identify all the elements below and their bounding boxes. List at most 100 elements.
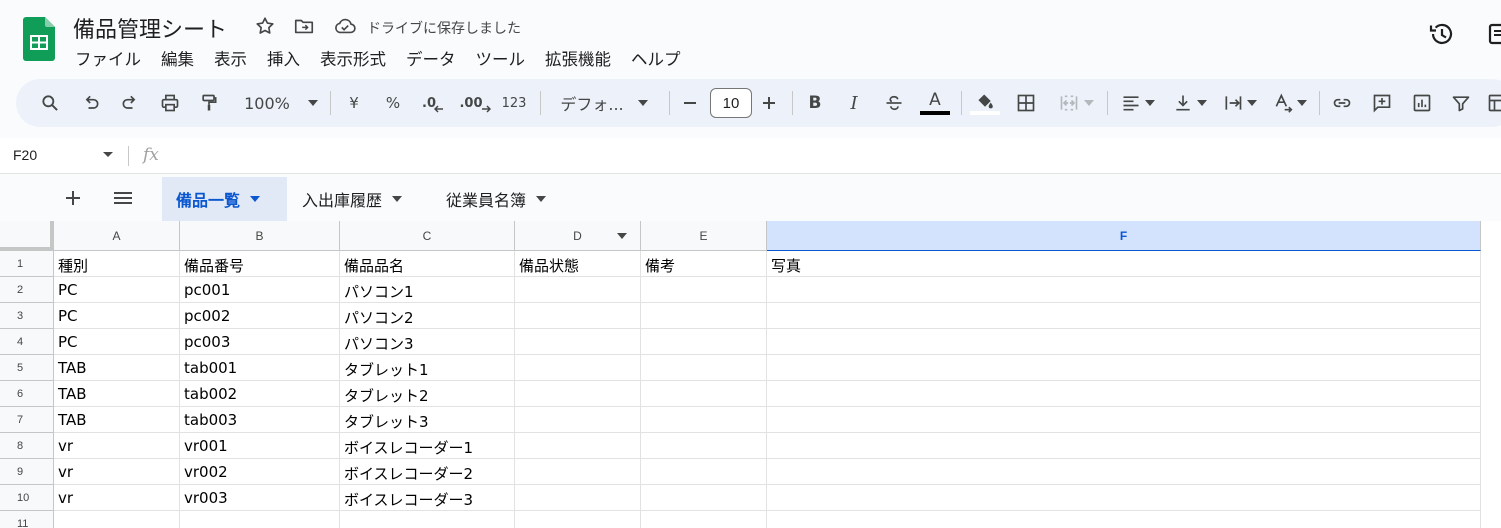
row-header[interactable]: 4 [0, 329, 54, 355]
cell-b3[interactable]: pc002 [180, 303, 340, 329]
number-format-button[interactable]: 123 [499, 79, 529, 127]
column-header-f[interactable]: F [767, 221, 1481, 251]
cell-d11[interactable] [515, 511, 641, 528]
move-folder-icon[interactable] [292, 14, 316, 38]
cell-d5[interactable] [515, 355, 641, 381]
undo-icon[interactable] [76, 79, 106, 127]
cell-d10[interactable] [515, 485, 641, 511]
cell-b4[interactable]: pc003 [180, 329, 340, 355]
sheet-tab-equipment-list[interactable]: 備品一覧 [162, 177, 287, 221]
cell-b6[interactable]: tab002 [180, 381, 340, 407]
cell-d4[interactable] [515, 329, 641, 355]
cell-f2[interactable] [767, 277, 1481, 303]
cell-c5[interactable]: タブレット1 [340, 355, 515, 381]
menu-insert[interactable]: 挿入 [257, 45, 310, 71]
currency-format-button[interactable]: ¥ [342, 79, 366, 127]
star-icon[interactable] [253, 14, 277, 38]
cell-c6[interactable]: タブレット2 [340, 381, 515, 407]
column-d-dropdown-icon[interactable] [617, 233, 627, 239]
row-header[interactable]: 9 [0, 459, 54, 485]
percent-format-button[interactable]: % [381, 79, 405, 127]
comments-icon[interactable] [1487, 20, 1501, 48]
cell-c3[interactable]: パソコン2 [340, 303, 515, 329]
cell-f5[interactable] [767, 355, 1481, 381]
insert-comment-icon[interactable] [1367, 79, 1397, 127]
increase-decimal-button[interactable]: .00 [458, 79, 492, 127]
all-sheets-button[interactable] [108, 175, 138, 221]
insert-chart-icon[interactable] [1407, 79, 1437, 127]
cell-e8[interactable] [641, 433, 767, 459]
chevron-down-icon[interactable] [102, 147, 114, 163]
column-header-c[interactable]: C [340, 221, 515, 251]
cell-e5[interactable] [641, 355, 767, 381]
cell-c1[interactable]: 備品品名 [340, 251, 515, 277]
cell-a11[interactable] [54, 511, 180, 528]
cell-c2[interactable]: パソコン1 [340, 277, 515, 303]
row-header[interactable]: 5 [0, 355, 54, 381]
menu-help[interactable]: ヘルプ [621, 45, 691, 71]
text-color-button[interactable]: A [919, 79, 951, 127]
italic-button[interactable]: I [842, 79, 866, 127]
menu-edit[interactable]: 編集 [151, 45, 204, 71]
cell-a10[interactable]: vr [54, 485, 180, 511]
cell-a2[interactable]: PC [54, 277, 180, 303]
bold-button[interactable]: B [803, 79, 827, 127]
print-icon[interactable] [155, 79, 185, 127]
cell-f4[interactable] [767, 329, 1481, 355]
borders-icon[interactable] [1011, 79, 1041, 127]
cell-c9[interactable]: ボイスレコーダー2 [340, 459, 515, 485]
filter-icon[interactable] [1446, 79, 1476, 127]
cloud-saved-icon[interactable] [333, 14, 357, 38]
cell-a3[interactable]: PC [54, 303, 180, 329]
cell-c7[interactable]: タブレット3 [340, 407, 515, 433]
cell-a7[interactable]: TAB [54, 407, 180, 433]
cell-d1[interactable]: 備品状態 [515, 251, 641, 277]
version-history-icon[interactable] [1427, 20, 1455, 48]
cell-b1[interactable]: 備品番号 [180, 251, 340, 277]
row-header[interactable]: 10 [0, 485, 54, 511]
decrease-font-size-button[interactable] [678, 79, 702, 127]
cell-a1[interactable]: 種別 [54, 251, 180, 277]
cell-b2[interactable]: pc001 [180, 277, 340, 303]
paint-format-icon[interactable] [194, 79, 224, 127]
row-header[interactable]: 11 [0, 511, 54, 528]
cell-e9[interactable] [641, 459, 767, 485]
zoom-select[interactable]: 100% [236, 79, 326, 127]
cell-a4[interactable]: PC [54, 329, 180, 355]
cell-d3[interactable] [515, 303, 641, 329]
column-header-a[interactable]: A [54, 221, 180, 251]
menu-data[interactable]: データ [396, 45, 466, 71]
row-header[interactable]: 2 [0, 277, 54, 303]
cell-e10[interactable] [641, 485, 767, 511]
menu-extensions[interactable]: 拡張機能 [535, 45, 621, 71]
cell-b5[interactable]: tab001 [180, 355, 340, 381]
cell-a5[interactable]: TAB [54, 355, 180, 381]
cell-c10[interactable]: ボイスレコーダー3 [340, 485, 515, 511]
column-header-e[interactable]: E [641, 221, 767, 251]
cell-e2[interactable] [641, 277, 767, 303]
cell-d2[interactable] [515, 277, 641, 303]
strikethrough-icon[interactable] [881, 79, 907, 127]
cell-e6[interactable] [641, 381, 767, 407]
cell-f8[interactable] [767, 433, 1481, 459]
name-box[interactable]: F20 [13, 147, 37, 163]
chevron-down-icon[interactable] [392, 196, 403, 202]
cell-d7[interactable] [515, 407, 641, 433]
horizontal-align-icon[interactable] [1116, 79, 1160, 127]
cell-d9[interactable] [515, 459, 641, 485]
menu-tools[interactable]: ツール [466, 45, 536, 71]
cell-b10[interactable]: vr003 [180, 485, 340, 511]
cell-f10[interactable] [767, 485, 1481, 511]
cell-c8[interactable]: ボイスレコーダー1 [340, 433, 515, 459]
increase-font-size-button[interactable] [757, 79, 781, 127]
cell-b8[interactable]: vr001 [180, 433, 340, 459]
redo-icon[interactable] [115, 79, 145, 127]
cell-a8[interactable]: vr [54, 433, 180, 459]
decrease-decimal-button[interactable]: .0 [418, 79, 448, 127]
cell-f9[interactable] [767, 459, 1481, 485]
menu-file[interactable]: ファイル [65, 45, 151, 71]
sheets-logo-icon[interactable] [23, 17, 55, 61]
filter-views-icon[interactable] [1482, 79, 1501, 127]
chevron-down-icon[interactable] [250, 196, 261, 202]
cell-e3[interactable] [641, 303, 767, 329]
